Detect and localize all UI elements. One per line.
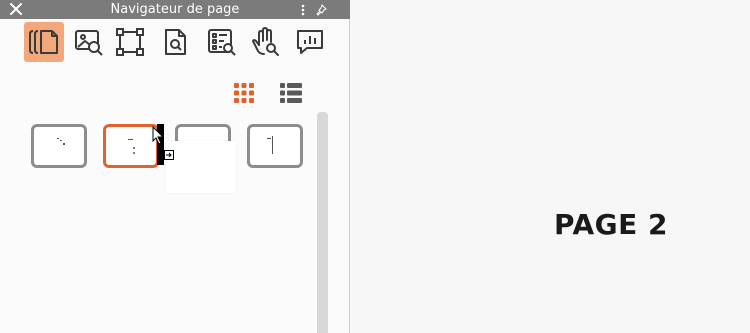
grid-view-icon (234, 83, 254, 103)
chart-comment-icon (297, 30, 323, 54)
page-thumbnail-1[interactable] (31, 124, 87, 168)
image-search-icon (75, 30, 103, 56)
vertical-scrollbar[interactable] (317, 112, 328, 333)
kebab-menu-icon[interactable] (298, 2, 308, 17)
page-navigator-panel: Navigateur de page (0, 0, 350, 333)
tool-hand-search[interactable] (246, 22, 286, 62)
pin-icon[interactable] (314, 2, 328, 17)
document-search-icon (165, 29, 186, 55)
selection-frame-icon (116, 28, 144, 56)
panel-titlebar: Navigateur de page (0, 0, 350, 19)
drag-preview (166, 141, 236, 193)
move-icon (164, 150, 174, 160)
tool-document-search[interactable] (156, 22, 196, 62)
list-view-button[interactable] (278, 80, 304, 106)
page-thumbnail-4[interactable] (247, 124, 303, 168)
navigator-toolbar (0, 19, 349, 67)
thumbnail-area (0, 66, 349, 333)
tool-list-search[interactable] (202, 22, 242, 62)
page-thumbnail-2[interactable] (103, 124, 159, 168)
mouse-pointer-icon (152, 126, 165, 145)
tool-pages[interactable] (24, 22, 64, 62)
page-label: PAGE 2 (554, 208, 668, 241)
tool-image-search[interactable] (69, 22, 109, 62)
list-view-icon (280, 83, 302, 103)
hand-search-icon (252, 27, 279, 56)
list-search-icon (208, 29, 236, 56)
pages-icon (29, 30, 58, 54)
tool-chart-comment[interactable] (290, 22, 330, 62)
tool-selection-frame[interactable] (110, 22, 150, 62)
grid-view-button[interactable] (231, 80, 257, 106)
